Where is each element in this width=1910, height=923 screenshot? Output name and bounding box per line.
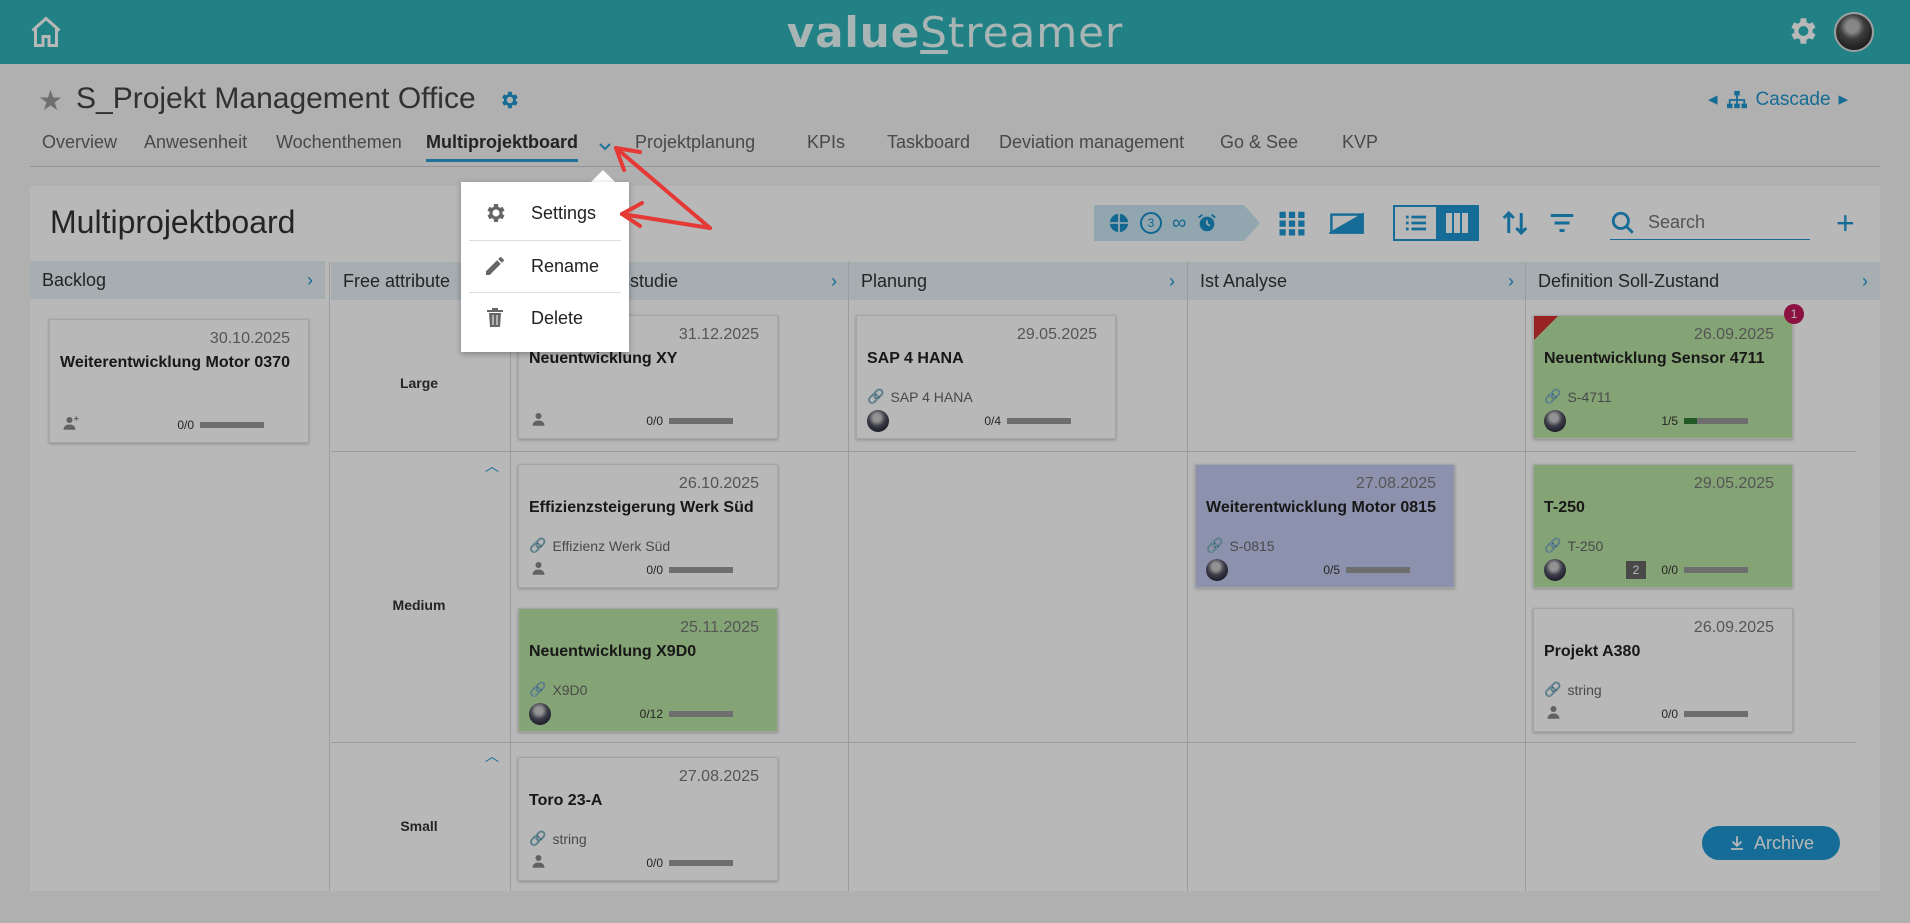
tab-context-menu: Settings Rename Delete xyxy=(461,182,629,352)
menu-item-delete[interactable]: Delete xyxy=(469,293,621,343)
menu-item-rename[interactable]: Rename xyxy=(469,241,621,291)
modal-overlay[interactable] xyxy=(0,0,1910,923)
pencil-icon xyxy=(486,257,504,275)
gear-icon xyxy=(487,204,505,222)
menu-item-settings[interactable]: Settings xyxy=(469,188,621,238)
trash-icon xyxy=(487,308,503,327)
